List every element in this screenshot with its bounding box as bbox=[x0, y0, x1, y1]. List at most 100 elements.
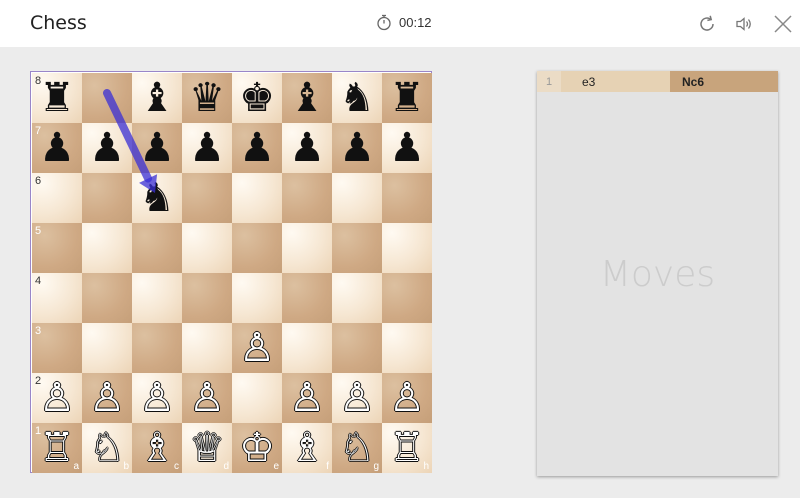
square-d1[interactable]: ♕ d bbox=[182, 423, 232, 473]
black-bishop-c8[interactable]: ♝ bbox=[132, 73, 182, 123]
square-c6[interactable]: ♞ bbox=[132, 173, 182, 223]
white-pawn-b2[interactable]: ♙ bbox=[82, 373, 132, 423]
black-pawn-h7[interactable]: ♟ bbox=[382, 123, 432, 173]
rank-label-2: 2 bbox=[35, 375, 42, 387]
square-h7[interactable]: ♟ bbox=[382, 123, 432, 173]
square-f8[interactable]: ♝ bbox=[282, 73, 332, 123]
square-h8[interactable]: ♜ bbox=[382, 73, 432, 123]
square-g4[interactable] bbox=[332, 273, 382, 323]
black-move[interactable]: Nc6 bbox=[670, 71, 778, 92]
chess-board[interactable]: ♜ 8 ♝ ♛ ♚ ♝ ♞ ♜ ♟ 7 ♟ ♟ ♟ ♟ ♟ ♟ ♟ 6 ♞ 5 4 3 ♙ ♙ 2 ♙ ♙ ♙ ♙ ♙ ♙ ♖ 1 a ♘ b ♗ c ♕ d… bbox=[32, 73, 432, 473]
white-pawn-e3[interactable]: ♙ bbox=[232, 323, 282, 373]
square-c8[interactable]: ♝ bbox=[132, 73, 182, 123]
square-g1[interactable]: ♘ g bbox=[332, 423, 382, 473]
game-timer: 00:12 bbox=[376, 14, 432, 31]
black-bishop-f8[interactable]: ♝ bbox=[282, 73, 332, 123]
black-pawn-d7[interactable]: ♟ bbox=[182, 123, 232, 173]
black-queen-d8[interactable]: ♛ bbox=[182, 73, 232, 123]
square-b7[interactable]: ♟ bbox=[82, 123, 132, 173]
white-pawn-f2[interactable]: ♙ bbox=[282, 373, 332, 423]
square-a8[interactable]: ♜ 8 bbox=[32, 73, 82, 123]
square-b5[interactable] bbox=[82, 223, 132, 273]
white-pawn-d2[interactable]: ♙ bbox=[182, 373, 232, 423]
square-g2[interactable]: ♙ bbox=[332, 373, 382, 423]
square-h6[interactable] bbox=[382, 173, 432, 223]
black-pawn-c7[interactable]: ♟ bbox=[132, 123, 182, 173]
close-icon[interactable] bbox=[772, 13, 794, 35]
square-b3[interactable] bbox=[82, 323, 132, 373]
rank-label-7: 7 bbox=[35, 125, 42, 137]
square-f5[interactable] bbox=[282, 223, 332, 273]
square-a2[interactable]: ♙ 2 bbox=[32, 373, 82, 423]
square-e7[interactable]: ♟ bbox=[232, 123, 282, 173]
square-g7[interactable]: ♟ bbox=[332, 123, 382, 173]
square-a7[interactable]: ♟ 7 bbox=[32, 123, 82, 173]
square-a4[interactable]: 4 bbox=[32, 273, 82, 323]
square-g5[interactable] bbox=[332, 223, 382, 273]
square-f2[interactable]: ♙ bbox=[282, 373, 332, 423]
square-a5[interactable]: 5 bbox=[32, 223, 82, 273]
square-g8[interactable]: ♞ bbox=[332, 73, 382, 123]
square-e3[interactable]: ♙ bbox=[232, 323, 282, 373]
square-b1[interactable]: ♘ b bbox=[82, 423, 132, 473]
black-pawn-f7[interactable]: ♟ bbox=[282, 123, 332, 173]
square-d8[interactable]: ♛ bbox=[182, 73, 232, 123]
square-h5[interactable] bbox=[382, 223, 432, 273]
black-pawn-e7[interactable]: ♟ bbox=[232, 123, 282, 173]
square-c4[interactable] bbox=[132, 273, 182, 323]
white-bishop-f1[interactable]: ♗ bbox=[282, 423, 332, 473]
moves-panel: 1 e3 Nc6 Moves bbox=[537, 71, 778, 476]
square-e5[interactable] bbox=[232, 223, 282, 273]
square-f3[interactable] bbox=[282, 323, 332, 373]
square-g3[interactable] bbox=[332, 323, 382, 373]
square-h3[interactable] bbox=[382, 323, 432, 373]
black-pawn-b7[interactable]: ♟ bbox=[82, 123, 132, 173]
black-king-e8[interactable]: ♚ bbox=[232, 73, 282, 123]
square-d2[interactable]: ♙ bbox=[182, 373, 232, 423]
square-d5[interactable] bbox=[182, 223, 232, 273]
square-c1[interactable]: ♗ c bbox=[132, 423, 182, 473]
square-a1[interactable]: ♖ 1 a bbox=[32, 423, 82, 473]
chess-board-frame: ♜ 8 ♝ ♛ ♚ ♝ ♞ ♜ ♟ 7 ♟ ♟ ♟ ♟ ♟ ♟ ♟ 6 ♞ 5 4 3 ♙ ♙ 2 ♙ ♙ ♙ ♙ ♙ ♙ ♖ 1 a ♘ b ♗ c ♕ d… bbox=[30, 71, 432, 473]
square-b8[interactable] bbox=[82, 73, 132, 123]
square-e8[interactable]: ♚ bbox=[232, 73, 282, 123]
white-pawn-g2[interactable]: ♙ bbox=[332, 373, 382, 423]
stopwatch-icon bbox=[376, 14, 392, 31]
white-pawn-c2[interactable]: ♙ bbox=[132, 373, 182, 423]
square-e1[interactable]: ♔ e bbox=[232, 423, 282, 473]
square-e2[interactable] bbox=[232, 373, 282, 423]
black-pawn-g7[interactable]: ♟ bbox=[332, 123, 382, 173]
square-d3[interactable] bbox=[182, 323, 232, 373]
square-h1[interactable]: ♖ h bbox=[382, 423, 432, 473]
restart-icon[interactable] bbox=[696, 13, 718, 35]
sound-icon[interactable] bbox=[733, 13, 755, 35]
square-h2[interactable]: ♙ bbox=[382, 373, 432, 423]
white-move[interactable]: e3 bbox=[561, 71, 670, 92]
square-c5[interactable] bbox=[132, 223, 182, 273]
black-rook-h8[interactable]: ♜ bbox=[382, 73, 432, 123]
square-f4[interactable] bbox=[282, 273, 332, 323]
square-f7[interactable]: ♟ bbox=[282, 123, 332, 173]
white-pawn-h2[interactable]: ♙ bbox=[382, 373, 432, 423]
square-a3[interactable]: 3 bbox=[32, 323, 82, 373]
square-h4[interactable] bbox=[382, 273, 432, 323]
square-f1[interactable]: ♗ f bbox=[282, 423, 332, 473]
square-f6[interactable] bbox=[282, 173, 332, 223]
square-c3[interactable] bbox=[132, 323, 182, 373]
move-row[interactable]: 1 e3 Nc6 bbox=[537, 71, 778, 92]
square-d7[interactable]: ♟ bbox=[182, 123, 232, 173]
square-d4[interactable] bbox=[182, 273, 232, 323]
square-c7[interactable]: ♟ bbox=[132, 123, 182, 173]
square-d6[interactable] bbox=[182, 173, 232, 223]
black-knight-c6[interactable]: ♞ bbox=[132, 173, 182, 223]
square-g6[interactable] bbox=[332, 173, 382, 223]
square-b4[interactable] bbox=[82, 273, 132, 323]
square-e6[interactable] bbox=[232, 173, 282, 223]
square-e4[interactable] bbox=[232, 273, 282, 323]
square-b2[interactable]: ♙ bbox=[82, 373, 132, 423]
black-knight-g8[interactable]: ♞ bbox=[332, 73, 382, 123]
square-a6[interactable]: 6 bbox=[32, 173, 82, 223]
square-b6[interactable] bbox=[82, 173, 132, 223]
file-label-b: b bbox=[123, 461, 129, 472]
square-c2[interactable]: ♙ bbox=[132, 373, 182, 423]
